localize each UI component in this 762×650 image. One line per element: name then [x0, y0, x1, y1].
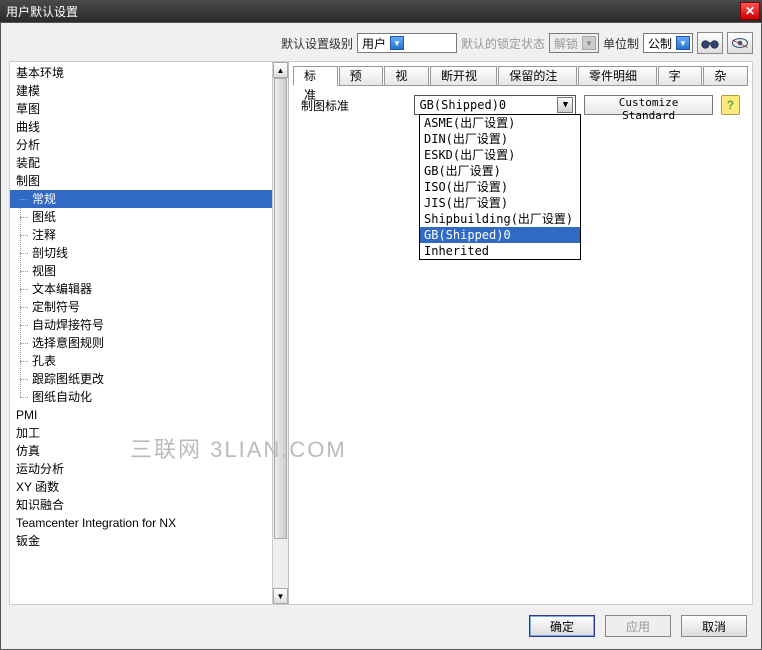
std-value: GB(Shipped)0 — [419, 98, 506, 112]
tree-item[interactable]: 基本环境 — [10, 64, 288, 82]
tree-item[interactable]: 选择意图规则 — [10, 334, 288, 352]
dropdown-option[interactable]: ESKD(出厂设置) — [420, 147, 580, 163]
tree-item[interactable]: 注释 — [10, 226, 288, 244]
dropdown-option[interactable]: ASME(出厂设置) — [420, 115, 580, 131]
scrollbar-vertical[interactable]: ▲ ▼ — [272, 62, 288, 604]
drafting-standard-combo[interactable]: GB(Shipped)0 ▼ — [414, 95, 576, 115]
help-icon[interactable]: ? — [721, 95, 740, 115]
chevron-down-icon: ▼ — [390, 36, 404, 50]
tab[interactable]: 预览 — [339, 66, 384, 86]
tree-item[interactable]: 运动分析 — [10, 460, 288, 478]
level-label: 默认设置级别 — [281, 35, 353, 52]
tree-item[interactable]: 图纸 — [10, 208, 288, 226]
dropdown-option[interactable]: GB(Shipped)0 — [420, 227, 580, 243]
scroll-up-icon[interactable]: ▲ — [273, 62, 288, 78]
dropdown-option[interactable]: Shipbuilding(出厂设置) — [420, 211, 580, 227]
binoculars-button[interactable] — [697, 32, 723, 54]
eye-icon — [731, 36, 749, 50]
customize-standard-button[interactable]: Customize Standard — [584, 95, 712, 115]
tree-item[interactable]: 装配 — [10, 154, 288, 172]
dropdown-option[interactable]: JIS(出厂设置) — [420, 195, 580, 211]
tree-item[interactable]: 知识融合 — [10, 496, 288, 514]
scroll-down-icon[interactable]: ▼ — [273, 588, 288, 604]
lock-label: 默认的锁定状态 — [461, 35, 545, 52]
tree-item[interactable]: 文本编辑器 — [10, 280, 288, 298]
chevron-down-icon: ▼ — [676, 36, 690, 50]
chevron-down-icon: ▼ — [557, 97, 573, 113]
level-combo[interactable]: 用户 ▼ — [357, 33, 457, 53]
lock-combo: 解锁 ▼ — [549, 33, 599, 53]
tree-item[interactable]: Teamcenter Integration for NX — [10, 514, 288, 532]
apply-button: 应用 — [605, 615, 671, 637]
tree-item[interactable]: 视图 — [10, 262, 288, 280]
tree-item[interactable]: 自动焊接符号 — [10, 316, 288, 334]
tree-item-drafting[interactable]: 制图 — [10, 172, 288, 190]
tree-item[interactable]: 仿真 — [10, 442, 288, 460]
tab[interactable]: 断开视图 — [430, 66, 497, 86]
tab-panel: 制图标准 GB(Shipped)0 ▼ Customize Standard ?… — [293, 86, 748, 600]
tree-item[interactable]: 分析 — [10, 136, 288, 154]
level-value: 用户 — [362, 35, 386, 52]
dropdown-option[interactable]: ISO(出厂设置) — [420, 179, 580, 195]
tree-item[interactable]: 剖切线 — [10, 244, 288, 262]
tab[interactable]: 视图 — [384, 66, 429, 86]
ok-button[interactable]: 确定 — [529, 615, 595, 637]
tab[interactable]: 零件明细表 — [578, 66, 657, 86]
tab[interactable]: 杂项 — [703, 66, 748, 86]
tree-item[interactable]: XY 函数 — [10, 478, 288, 496]
drafting-standard-dropdown[interactable]: ASME(出厂设置)DIN(出厂设置)ESKD(出厂设置)GB(出厂设置)ISO… — [419, 114, 581, 260]
eye-button[interactable] — [727, 32, 753, 54]
dropdown-option[interactable]: GB(出厂设置) — [420, 163, 580, 179]
category-tree[interactable]: 基本环境建模草图曲线分析装配制图常规图纸注释剖切线视图文本编辑器定制符号自动焊接… — [10, 62, 288, 604]
std-label: 制图标准 — [301, 97, 406, 114]
cancel-button[interactable]: 取消 — [681, 615, 747, 637]
dropdown-option[interactable]: Inherited — [420, 243, 580, 259]
top-toolbar: 默认设置级别 用户 ▼ 默认的锁定状态 解锁 ▼ 单位制 公制 ▼ — [9, 31, 753, 55]
tab[interactable]: 字体 — [658, 66, 703, 86]
tree-item[interactable]: 钣金 — [10, 532, 288, 550]
dropdown-option[interactable]: DIN(出厂设置) — [420, 131, 580, 147]
titlebar: 用户默认设置 ✕ — [0, 0, 762, 22]
unit-label: 单位制 — [603, 35, 639, 52]
binoculars-icon — [701, 36, 719, 50]
lock-value: 解锁 — [554, 35, 578, 52]
tree-item[interactable]: 图纸自动化 — [10, 388, 288, 406]
chevron-down-icon: ▼ — [582, 36, 596, 50]
tree-item[interactable]: 建模 — [10, 82, 288, 100]
unit-value: 公制 — [648, 35, 672, 52]
tree-item[interactable]: 常规 — [10, 190, 288, 208]
dialog-buttons: 确定 应用 取消 — [9, 611, 753, 641]
unit-combo[interactable]: 公制 ▼ — [643, 33, 693, 53]
tree-item[interactable]: 草图 — [10, 100, 288, 118]
scroll-thumb[interactable] — [274, 78, 287, 539]
close-button[interactable]: ✕ — [740, 2, 760, 20]
tab-bar: 标准预览视图断开视图保留的注释零件明细表字体杂项 — [293, 66, 748, 86]
window-title: 用户默认设置 — [6, 3, 78, 20]
tab[interactable]: 标准 — [293, 66, 338, 86]
tab[interactable]: 保留的注释 — [498, 66, 577, 86]
close-icon: ✕ — [745, 4, 755, 18]
tree-item[interactable]: 曲线 — [10, 118, 288, 136]
tree-item[interactable]: 孔表 — [10, 352, 288, 370]
tree-item[interactable]: PMI — [10, 406, 288, 424]
tree-item[interactable]: 跟踪图纸更改 — [10, 370, 288, 388]
tree-item[interactable]: 加工 — [10, 424, 288, 442]
category-tree-panel: 基本环境建模草图曲线分析装配制图常规图纸注释剖切线视图文本编辑器定制符号自动焊接… — [10, 62, 289, 604]
tree-item[interactable]: 定制符号 — [10, 298, 288, 316]
